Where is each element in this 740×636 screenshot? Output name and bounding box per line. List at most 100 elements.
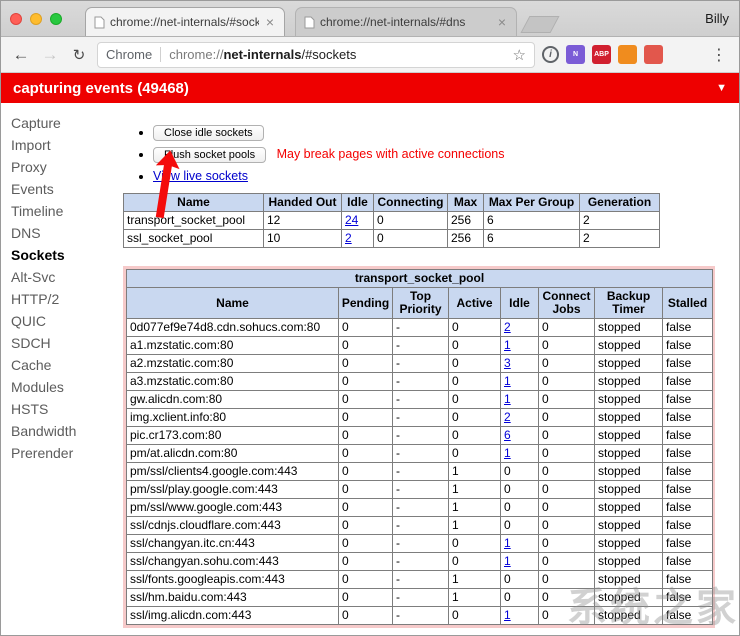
table-row: ssl_socket_pool102025662 — [124, 230, 660, 248]
table-cell: false — [663, 481, 713, 499]
sidebar-item-sdch[interactable]: SDCH — [11, 332, 119, 354]
idle-sockets-count-link[interactable]: 24 — [345, 213, 358, 227]
table-cell: 0 — [501, 571, 539, 589]
idle-sockets-count-link[interactable]: 1 — [504, 392, 511, 406]
table-cell: false — [663, 463, 713, 481]
zoom-window-button[interactable] — [50, 13, 62, 25]
table-header-row: NamePendingTop PriorityActiveIdleConnect… — [127, 288, 713, 319]
table-cell: stopped — [595, 535, 663, 553]
table-cell: 0 — [339, 481, 393, 499]
sidebar-item-bandwidth[interactable]: Bandwidth — [11, 420, 119, 442]
table-cell: - — [393, 445, 449, 463]
table-cell: 0 — [539, 481, 595, 499]
idle-sockets-count-link[interactable]: 6 — [504, 428, 511, 442]
close-window-button[interactable] — [10, 13, 22, 25]
table-cell: 1 — [501, 337, 539, 355]
info-icon[interactable]: i — [542, 46, 559, 63]
back-icon[interactable]: ← — [10, 45, 32, 65]
sidebar-item-events[interactable]: Events — [11, 178, 119, 200]
idle-sockets-count-link[interactable]: 1 — [504, 446, 511, 460]
table-cell: false — [663, 535, 713, 553]
sidebar-item-dns[interactable]: DNS — [11, 222, 119, 244]
close-tab-icon[interactable]: × — [264, 15, 276, 29]
table-cell: stopped — [595, 571, 663, 589]
sidebar-item-proxy[interactable]: Proxy — [11, 156, 119, 178]
table-cell: - — [393, 337, 449, 355]
table-title-row: transport_socket_pool — [127, 270, 713, 288]
forward-icon[interactable]: → — [39, 45, 61, 65]
address-bar[interactable]: Chrome chrome:// net-internals /#sockets… — [97, 42, 535, 68]
column-header: Generation — [580, 194, 660, 212]
close-tab-icon[interactable]: × — [496, 15, 508, 29]
table-header-row: NameHanded OutIdleConnectingMaxMax Per G… — [124, 194, 660, 212]
sidebar-item-sockets[interactable]: Sockets — [11, 244, 119, 266]
sidebar-item-prerender[interactable]: Prerender — [11, 442, 119, 464]
table-row: ssl/changyan.sohu.com:4430-010stoppedfal… — [127, 553, 713, 571]
sidebar-item-alt-svc[interactable]: Alt-Svc — [11, 266, 119, 288]
table-cell: false — [663, 589, 713, 607]
table-cell: - — [393, 517, 449, 535]
tab-bar: chrome://net-internals/#sock × chrome://… — [1, 1, 739, 37]
table-cell: 1 — [449, 517, 501, 535]
table-row: pm/ssl/www.google.com:4430-100stoppedfal… — [127, 499, 713, 517]
pool-detail-frame: transport_socket_pool NamePendingTop Pri… — [123, 266, 715, 628]
extension-icon-4[interactable] — [644, 45, 663, 64]
idle-sockets-count-link[interactable]: 1 — [504, 608, 511, 622]
reload-icon[interactable]: ↻ — [68, 46, 90, 64]
column-header: Active — [449, 288, 501, 319]
column-header: Stalled — [663, 288, 713, 319]
table-cell: a2.mzstatic.com:80 — [127, 355, 339, 373]
page-content: CaptureImportProxyEventsTimelineDNSSocke… — [1, 103, 739, 636]
idle-sockets-count-link[interactable]: 1 — [504, 554, 511, 568]
table-cell: 3 — [501, 355, 539, 373]
page-favicon-icon — [94, 16, 105, 29]
tab-dns[interactable]: chrome://net-internals/#dns × — [295, 7, 517, 36]
sidebar-item-http-2[interactable]: HTTP/2 — [11, 288, 119, 310]
minimize-window-button[interactable] — [30, 13, 42, 25]
menu-icon[interactable]: ⋮ — [708, 45, 730, 65]
idle-sockets-count-link[interactable]: 3 — [504, 356, 511, 370]
table-cell: stopped — [595, 499, 663, 517]
sidebar-item-import[interactable]: Import — [11, 134, 119, 156]
sidebar-item-cache[interactable]: Cache — [11, 354, 119, 376]
table-cell: 6 — [484, 212, 580, 230]
sidebar-item-modules[interactable]: Modules — [11, 376, 119, 398]
idle-sockets-count-link[interactable]: 2 — [345, 231, 352, 245]
tab-sockets[interactable]: chrome://net-internals/#sock × — [85, 7, 285, 36]
sidebar-item-quic[interactable]: QUIC — [11, 310, 119, 332]
extension-icon-3[interactable] — [618, 45, 637, 64]
idle-sockets-count-link[interactable]: 2 — [504, 320, 511, 334]
table-cell: 0 — [339, 319, 393, 337]
table-cell: 0 — [339, 373, 393, 391]
table-cell: 0 — [539, 409, 595, 427]
table-cell: 2 — [501, 319, 539, 337]
table-cell: stopped — [595, 589, 663, 607]
table-cell: - — [393, 427, 449, 445]
table-cell: - — [393, 607, 449, 625]
idle-sockets-count-link[interactable]: 1 — [504, 374, 511, 388]
view-live-sockets-link[interactable]: View live sockets — [153, 169, 248, 183]
close-idle-sockets-button[interactable]: Close idle sockets — [153, 125, 264, 141]
table-cell: 256 — [448, 212, 484, 230]
table-cell: pic.cr173.com:80 — [127, 427, 339, 445]
table-cell: 0 — [339, 535, 393, 553]
column-header: Backup Timer — [595, 288, 663, 319]
flush-socket-pools-button[interactable]: Flush socket pools — [153, 147, 266, 163]
idle-sockets-count-link[interactable]: 1 — [504, 536, 511, 550]
idle-sockets-count-link[interactable]: 2 — [504, 410, 511, 424]
bookmark-star-icon[interactable]: ☆ — [513, 46, 526, 64]
table-cell: 1 — [501, 445, 539, 463]
extension-icon-2[interactable]: ABP — [592, 45, 611, 64]
table-cell: false — [663, 319, 713, 337]
sockets-view: Close idle sockets Flush socket pools Ma… — [119, 103, 739, 636]
sidebar-item-timeline[interactable]: Timeline — [11, 200, 119, 222]
sidebar-item-capture[interactable]: Capture — [11, 112, 119, 134]
table-cell: ssl/changyan.itc.cn:443 — [127, 535, 339, 553]
sidebar-item-hsts[interactable]: HSTS — [11, 398, 119, 420]
chevron-down-icon[interactable]: ▼ — [716, 82, 727, 94]
list-item: Flush socket pools May break pages with … — [153, 147, 739, 163]
table-cell: img.xclient.info:80 — [127, 409, 339, 427]
extension-icon-1[interactable]: N — [566, 45, 585, 64]
idle-sockets-count-link[interactable]: 1 — [504, 338, 511, 352]
new-tab-button[interactable] — [520, 16, 559, 33]
